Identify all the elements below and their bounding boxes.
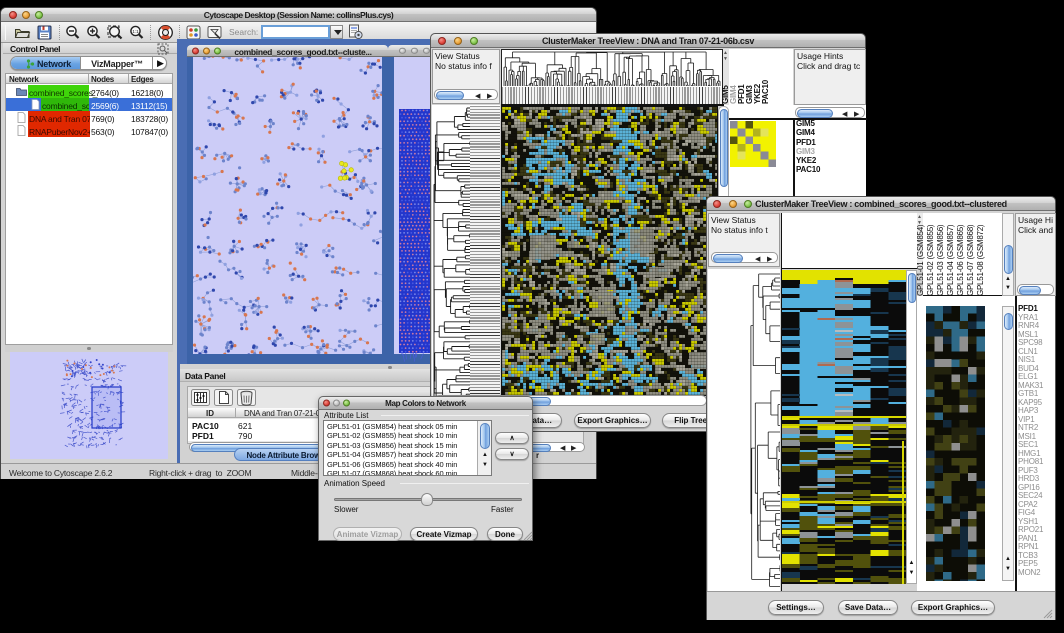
svg-text:1:1: 1:1 <box>132 29 139 34</box>
